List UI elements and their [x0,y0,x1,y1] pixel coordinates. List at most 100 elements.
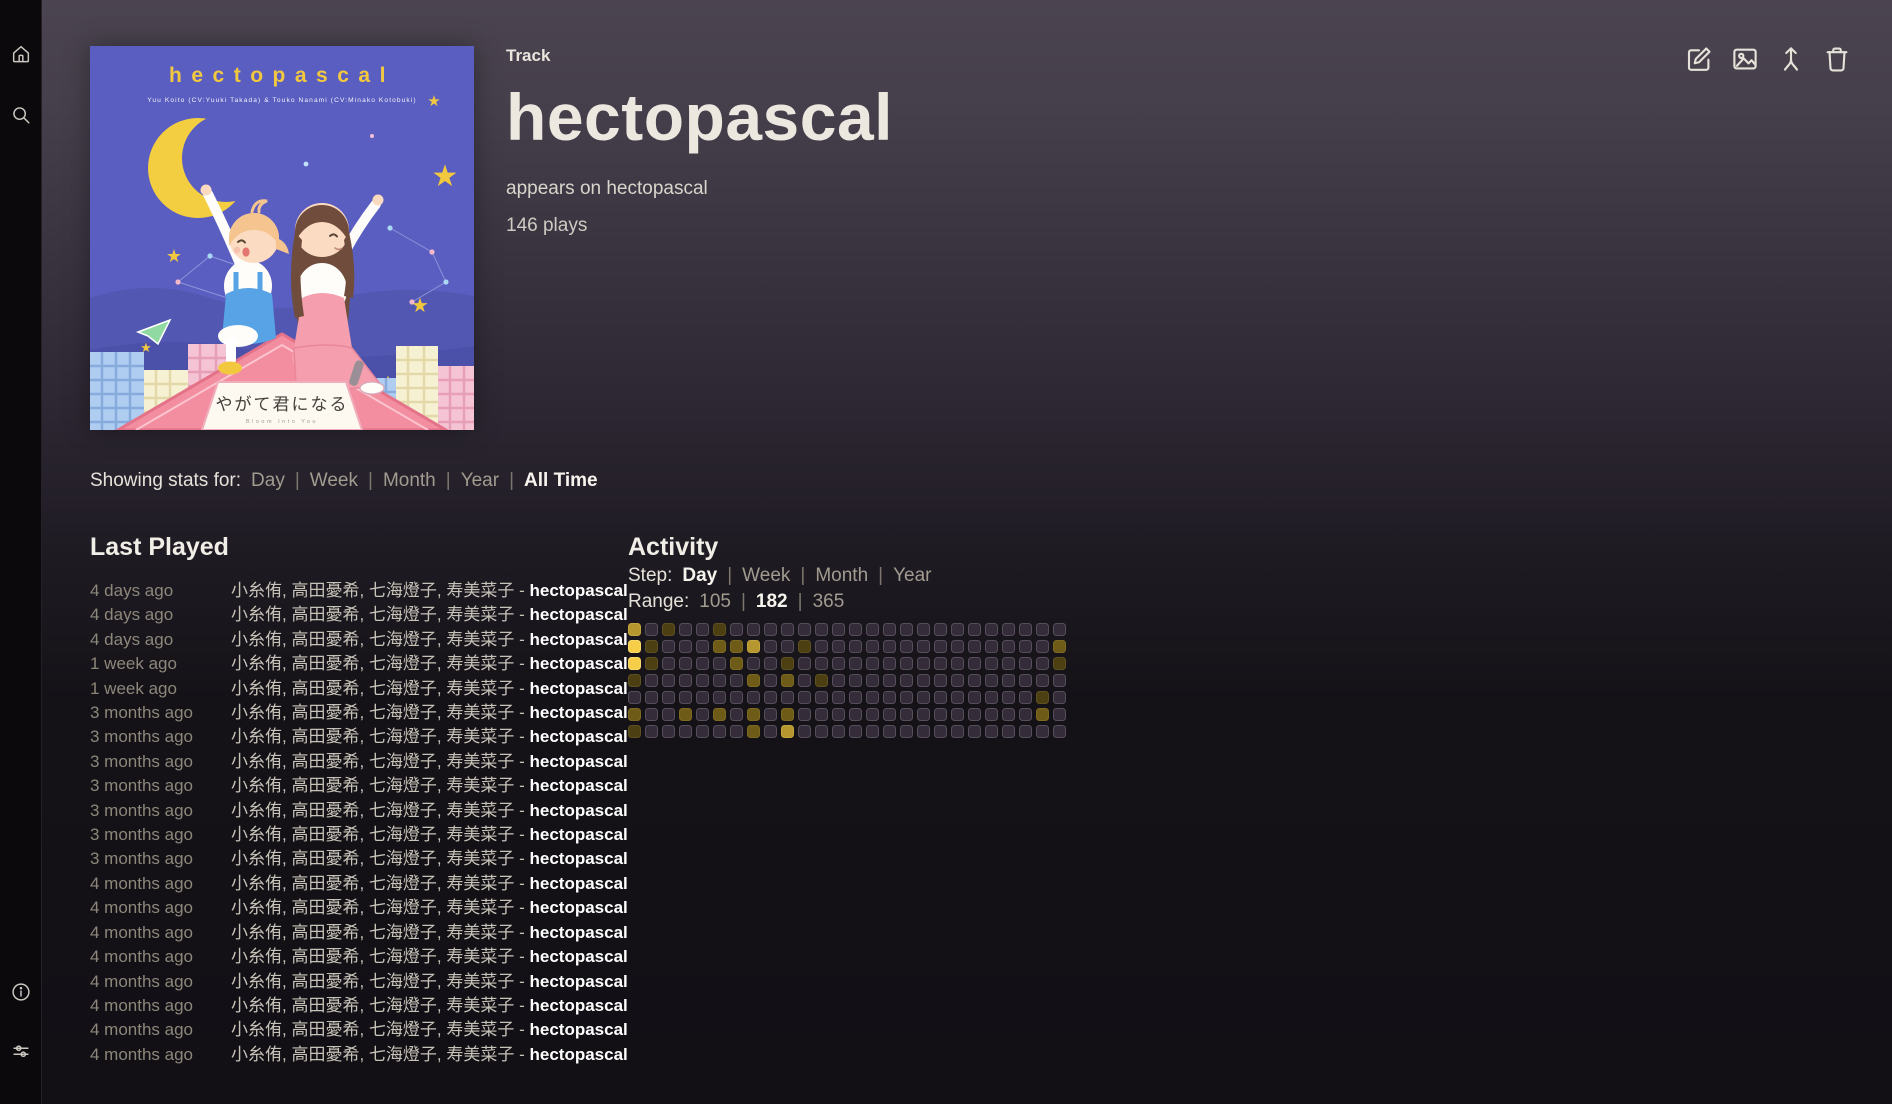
artist-link[interactable]: 寿美菜子 [446,801,514,820]
heatmap-day-cell[interactable] [1053,725,1066,738]
artist-link[interactable]: 七海燈子 [369,605,437,624]
heatmap-day-cell[interactable] [662,623,675,636]
heatmap-day-cell[interactable] [1019,691,1032,704]
artist-link[interactable]: 寿美菜子 [446,776,514,795]
heatmap-day-cell[interactable] [832,623,845,636]
heatmap-day-cell[interactable] [645,691,658,704]
heatmap-day-cell[interactable] [1036,657,1049,670]
artist-link[interactable]: 高田憂希 [291,947,359,966]
option-week[interactable]: Week [742,565,790,586]
heatmap-day-cell[interactable] [900,674,913,687]
artist-link[interactable]: 高田憂希 [291,849,359,868]
heatmap-day-cell[interactable] [883,674,896,687]
heatmap-day-cell[interactable] [815,708,828,721]
heatmap-day-cell[interactable] [951,657,964,670]
artist-link[interactable]: 寿美菜子 [446,825,514,844]
heatmap-day-cell[interactable] [866,623,879,636]
heatmap-day-cell[interactable] [951,640,964,653]
artist-link[interactable]: 高田憂希 [291,776,359,795]
track-link[interactable]: hectopascal [529,825,627,844]
track-link[interactable]: hectopascal [529,605,627,624]
heatmap-day-cell[interactable] [645,674,658,687]
heatmap-day-cell[interactable] [900,725,913,738]
heatmap-day-cell[interactable] [849,674,862,687]
heatmap-day-cell[interactable] [985,623,998,636]
artist-link[interactable]: 高田憂希 [291,679,359,698]
heatmap-day-cell[interactable] [1036,708,1049,721]
track-link[interactable]: hectopascal [529,776,627,795]
edit-icon[interactable] [1684,44,1714,74]
heatmap-day-cell[interactable] [917,725,930,738]
artist-link[interactable]: 小糸侑 [231,972,282,991]
heatmap-day-cell[interactable] [662,708,675,721]
artist-link[interactable]: 寿美菜子 [446,703,514,722]
heatmap-day-cell[interactable] [917,708,930,721]
track-link[interactable]: hectopascal [529,801,627,820]
heatmap-day-cell[interactable] [968,708,981,721]
heatmap-day-cell[interactable] [866,725,879,738]
heatmap-day-cell[interactable] [917,674,930,687]
heatmap-day-cell[interactable] [1019,623,1032,636]
heatmap-day-cell[interactable] [713,708,726,721]
heatmap-day-cell[interactable] [696,725,709,738]
heatmap-day-cell[interactable] [679,725,692,738]
heatmap-day-cell[interactable] [798,623,811,636]
heatmap-day-cell[interactable] [832,657,845,670]
heatmap-day-cell[interactable] [866,708,879,721]
heatmap-day-cell[interactable] [781,708,794,721]
artist-link[interactable]: 寿美菜子 [446,605,514,624]
heatmap-day-cell[interactable] [662,674,675,687]
heatmap-day-cell[interactable] [968,725,981,738]
heatmap-day-cell[interactable] [764,691,777,704]
heatmap-day-cell[interactable] [951,674,964,687]
heatmap-day-cell[interactable] [679,640,692,653]
heatmap-day-cell[interactable] [1002,691,1015,704]
heatmap-day-cell[interactable] [917,623,930,636]
heatmap-day-cell[interactable] [951,623,964,636]
trash-icon[interactable] [1822,44,1852,74]
option-105[interactable]: 105 [699,591,731,612]
track-link[interactable]: hectopascal [529,654,627,673]
heatmap-day-cell[interactable] [1019,674,1032,687]
heatmap-day-cell[interactable] [645,640,658,653]
artist-link[interactable]: 七海燈子 [369,679,437,698]
heatmap-day-cell[interactable] [900,640,913,653]
artist-link[interactable]: 小糸侑 [231,605,282,624]
heatmap-day-cell[interactable] [713,691,726,704]
heatmap-day-cell[interactable] [628,725,641,738]
heatmap-day-cell[interactable] [815,623,828,636]
artist-link[interactable]: 高田憂希 [291,654,359,673]
option-month[interactable]: Month [815,565,868,586]
heatmap-day-cell[interactable] [985,691,998,704]
heatmap-day-cell[interactable] [985,725,998,738]
heatmap-day-cell[interactable] [1002,708,1015,721]
heatmap-day-cell[interactable] [713,623,726,636]
heatmap-day-cell[interactable] [662,657,675,670]
track-link[interactable]: hectopascal [529,874,627,893]
artist-link[interactable]: 小糸侑 [231,752,282,771]
heatmap-day-cell[interactable] [815,691,828,704]
artist-link[interactable]: 小糸侑 [231,947,282,966]
heatmap-day-cell[interactable] [662,640,675,653]
artist-link[interactable]: 高田憂希 [291,996,359,1015]
heatmap-day-cell[interactable] [628,657,641,670]
artist-link[interactable]: 小糸侑 [231,801,282,820]
track-link[interactable]: hectopascal [529,972,627,991]
heatmap-day-cell[interactable] [747,674,760,687]
heatmap-day-cell[interactable] [849,623,862,636]
heatmap-day-cell[interactable] [747,691,760,704]
heatmap-day-cell[interactable] [679,674,692,687]
heatmap-day-cell[interactable] [747,640,760,653]
heatmap-day-cell[interactable] [730,674,743,687]
heatmap-day-cell[interactable] [917,657,930,670]
heatmap-day-cell[interactable] [900,657,913,670]
artist-link[interactable]: 小糸侑 [231,581,282,600]
heatmap-day-cell[interactable] [849,691,862,704]
heatmap-day-cell[interactable] [934,691,947,704]
heatmap-day-cell[interactable] [679,691,692,704]
heatmap-day-cell[interactable] [679,708,692,721]
artist-link[interactable]: 七海燈子 [369,630,437,649]
artist-link[interactable]: 七海燈子 [369,752,437,771]
heatmap-day-cell[interactable] [1053,640,1066,653]
heatmap-day-cell[interactable] [628,623,641,636]
